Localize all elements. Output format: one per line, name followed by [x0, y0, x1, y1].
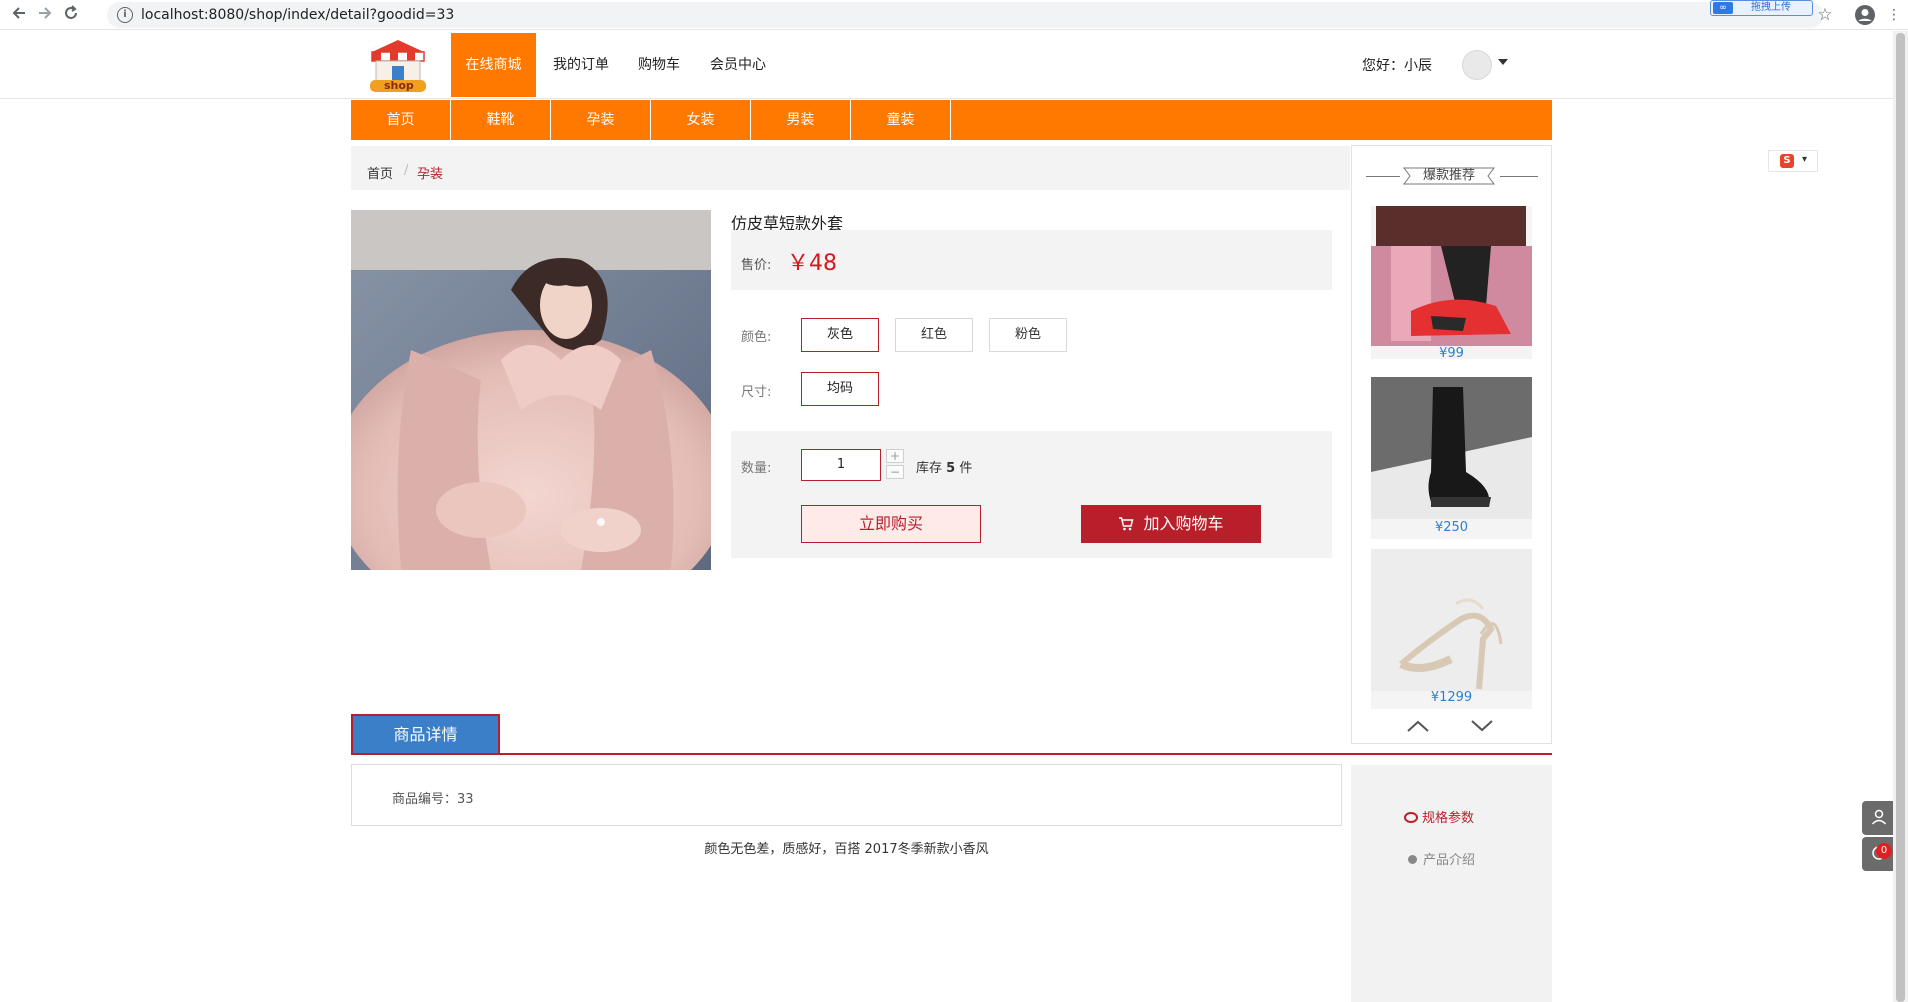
stock-suffix: 件 — [959, 461, 973, 476]
user-icon — [1871, 809, 1887, 825]
breadcrumb-current[interactable]: 孕装 — [417, 163, 443, 182]
category-kids[interactable]: 童装 — [851, 100, 951, 140]
user-avatar[interactable] — [1462, 50, 1492, 80]
tab-underline — [351, 753, 1552, 755]
nav-label: 我的订单 — [553, 57, 609, 73]
category-maternity[interactable]: 孕装 — [551, 100, 651, 140]
title-divider-left — [1366, 176, 1400, 177]
address-bar[interactable]: i localhost:8080/shop/index/detail?goodi… — [107, 2, 1823, 28]
extension-label: 拖拽上传 — [1751, 2, 1791, 13]
quantity-increase-button[interactable]: + — [886, 449, 904, 463]
category-bar: 首页 鞋靴 孕装 女装 男装 童装 — [351, 100, 1552, 140]
nav-label: 购物车 — [638, 57, 680, 73]
browser-toolbar: i localhost:8080/shop/index/detail?goodi… — [0, 0, 1908, 30]
sogou-icon: S — [1780, 154, 1794, 168]
side-nav-specs[interactable]: 规格参数 — [1404, 807, 1474, 826]
input-method-widget[interactable]: S ▾ — [1768, 150, 1818, 172]
nav-cart[interactable]: 购物车 — [628, 33, 690, 97]
hot-title: 爆款推荐 — [1400, 167, 1498, 185]
star-icon[interactable]: ☆ — [1814, 4, 1836, 26]
shop-logo[interactable]: shop — [366, 36, 430, 94]
hot-title-label: 爆款推荐 — [1422, 168, 1475, 183]
details-side-nav — [1351, 765, 1552, 1002]
price-value: ￥48 — [787, 251, 837, 276]
side-nav-specs-label: 规格参数 — [1422, 811, 1475, 826]
nav-member-center[interactable]: 会员中心 — [700, 33, 776, 97]
category-home[interactable]: 首页 — [351, 100, 451, 140]
product-image — [331, 210, 731, 630]
chevron-up-icon[interactable] — [1404, 716, 1432, 736]
logo-text: shop — [384, 79, 414, 92]
menu-dots-icon[interactable]: ⋮ — [1883, 4, 1905, 26]
forward-arrow-icon[interactable] — [34, 4, 56, 26]
side-nav-intro[interactable]: 产品介绍 — [1408, 849, 1475, 868]
category-women[interactable]: 女装 — [651, 100, 751, 140]
quantity-input[interactable]: 1 — [801, 449, 881, 481]
tab-product-details[interactable]: 商品详情 — [351, 714, 500, 754]
hot-item-price: ¥250 — [1434, 520, 1469, 535]
extension-logo-icon: ∞ — [1713, 2, 1733, 14]
back-arrow-icon[interactable] — [8, 4, 30, 26]
side-nav-intro-label: 产品介绍 — [1423, 853, 1476, 868]
eye-icon — [1404, 812, 1418, 823]
info-icon[interactable]: i — [117, 7, 133, 23]
hot-item-price: ¥99 — [1439, 346, 1464, 361]
account-icon[interactable] — [1854, 4, 1876, 26]
stock-prefix: 库存 — [916, 461, 943, 476]
color-option-gray[interactable]: 灰色 — [801, 318, 879, 352]
category-shoes[interactable]: 鞋靴 — [451, 100, 551, 140]
stock-count: 5 — [946, 461, 956, 476]
goods-number: 商品编号：33 — [392, 792, 474, 807]
hot-item-2[interactable]: ¥250 — [1371, 377, 1532, 539]
user-greeting: 您好：小辰 — [1362, 58, 1432, 74]
hot-item-1[interactable]: ¥99 — [1371, 206, 1532, 361]
scrollbar-thumb[interactable] — [1896, 33, 1905, 1002]
reload-icon[interactable] — [60, 4, 82, 26]
nav-label: 会员中心 — [710, 57, 766, 73]
dot-icon — [1408, 855, 1417, 864]
url-text: localhost:8080/shop/index/detail?goodid=… — [141, 7, 455, 23]
notification-badge: 0 — [1876, 843, 1892, 859]
breadcrumb-home[interactable]: 首页 — [367, 163, 393, 182]
upload-extension[interactable]: ∞ 拖拽上传 — [1710, 0, 1813, 16]
cart-icon — [1118, 507, 1134, 545]
buy-now-button[interactable]: 立即购买 — [801, 505, 981, 543]
title-divider-right — [1500, 176, 1538, 177]
quantity-label: 数量: — [741, 461, 772, 476]
nav-my-orders[interactable]: 我的订单 — [542, 33, 620, 97]
chevron-down-icon: ▾ — [1802, 154, 1808, 165]
add-to-cart-button[interactable]: 加入购物车 — [1081, 505, 1261, 543]
chevron-down-icon[interactable] — [1468, 716, 1496, 736]
category-men[interactable]: 男装 — [751, 100, 851, 140]
color-option-red[interactable]: 红色 — [895, 318, 973, 352]
size-label: 尺寸: — [741, 385, 772, 400]
breadcrumb: 首页 / 孕装 — [351, 146, 1350, 190]
hot-item-3[interactable]: ¥1299 — [1371, 549, 1532, 709]
product-description: 颜色无色差，质感好，百搭 2017冬季新款小香风 — [704, 842, 989, 857]
chevron-down-icon[interactable] — [1498, 59, 1508, 65]
color-option-pink[interactable]: 粉色 — [989, 318, 1067, 352]
color-label: 颜色: — [741, 330, 772, 345]
stock-info: 库存 5 件 — [916, 457, 972, 476]
site-header: shop 在线商城 我的订单 购物车 会员中心 您好：小辰 — [0, 31, 1908, 99]
add-to-cart-label: 加入购物车 — [1143, 514, 1224, 533]
price-box: 售价: ￥48 — [731, 230, 1332, 290]
nav-label: 在线商城 — [465, 57, 522, 73]
price-label: 售价: — [741, 258, 772, 273]
user-tool-button[interactable] — [1862, 801, 1896, 835]
nav-online-mall[interactable]: 在线商城 — [451, 33, 536, 97]
breadcrumb-separator: / — [404, 163, 409, 178]
details-box: 商品编号：33 — [351, 764, 1342, 826]
size-option-onesize[interactable]: 均码 — [801, 372, 879, 406]
quantity-decrease-button[interactable]: − — [886, 465, 904, 479]
hot-item-price: ¥1299 — [1430, 690, 1473, 705]
